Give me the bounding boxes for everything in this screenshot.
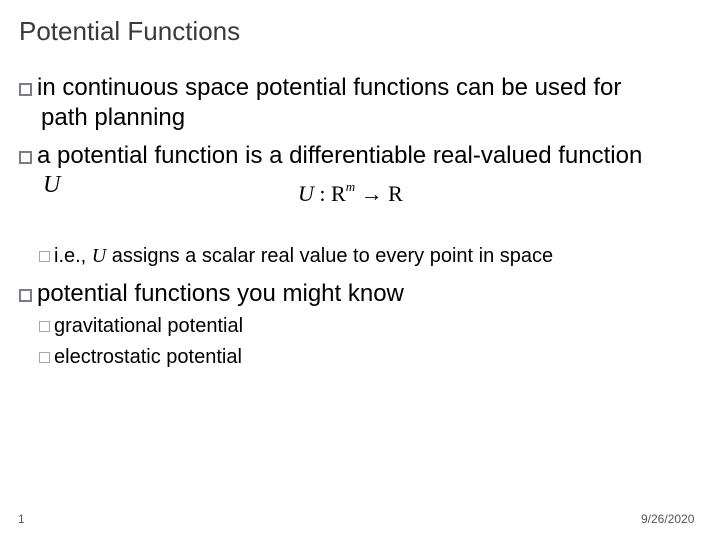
bullet-1-text: in continuous space potential functions … (37, 74, 622, 101)
sub-bullet-electrostatic: electrostatic potential (39, 346, 242, 369)
sub-bullet-text: electrostatic potential (54, 346, 242, 368)
sub-bullet-ie: i.e., U assigns a scalar real value to e… (39, 245, 553, 268)
sub-bullet-square-icon (39, 352, 50, 363)
bullet-square-icon (19, 83, 32, 96)
slide-number: 1 (18, 512, 25, 526)
bullet-1-continuation: path planning (41, 104, 186, 131)
slide-title: Potential Functions (19, 16, 241, 46)
formula-codomain: → R (355, 181, 403, 206)
formula-exponent: m (345, 179, 356, 194)
sub-bullet-text: gravitational potential (54, 315, 244, 337)
sub-bullet-ie-text: assigns a scalar real value to every poi… (106, 245, 554, 267)
formula-mapping: U : Rm → R (298, 179, 403, 207)
bullet-3-text: potential functions you might know (37, 280, 404, 307)
bullet-square-icon (19, 289, 32, 302)
sub-bullet-ie-var: U (91, 245, 107, 267)
bullet-square-icon (19, 151, 32, 164)
bullet-2: a potential function is a differentiable… (19, 142, 642, 170)
sub-bullet-square-icon (39, 251, 50, 262)
sub-bullet-ie-prefix: i.e., (54, 245, 92, 267)
bullet-3: potential functions you might know (19, 280, 404, 308)
slide-date: 9/26/2020 (641, 512, 695, 526)
bullet-2-text: a potential function is a differentiable… (37, 142, 643, 169)
formula-u: U (298, 181, 314, 206)
bullet-1: in continuous space potential functions … (19, 74, 621, 102)
bullet-2-variable: U (43, 172, 61, 198)
sub-bullet-square-icon (39, 321, 50, 332)
formula-domain: : R (313, 181, 346, 206)
sub-bullet-gravitational: gravitational potential (39, 315, 243, 338)
